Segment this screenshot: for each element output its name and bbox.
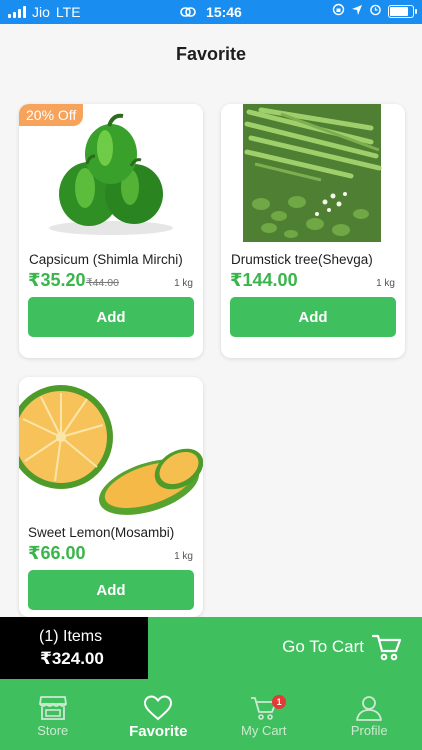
- product-unit: 1 kg: [174, 278, 193, 289]
- product-name: Drumstick tree(Shevga): [231, 252, 373, 267]
- cart-bar[interactable]: (1) Items ₹324.00 Go To Cart: [0, 617, 422, 679]
- lock-rotation-icon: [332, 3, 345, 19]
- nav-label-profile: Profile: [350, 723, 388, 738]
- product-unit: 1 kg: [376, 278, 395, 289]
- alarm-icon: [369, 3, 382, 19]
- product-name: Sweet Lemon(Mosambi): [28, 525, 175, 540]
- product-card[interactable]: 20% Off Capsicum (Shimla Mirchi) ₹35.20 …: [19, 104, 203, 358]
- page-title: Favorite: [175, 44, 247, 64]
- cart-summary: (1) Items ₹324.00: [0, 617, 148, 679]
- nav-label-favorite: Favorite: [129, 723, 188, 740]
- discount-badge: 20% Off: [19, 104, 84, 126]
- cart-count-badge: 1: [272, 695, 287, 709]
- nav-item-store[interactable]: Store: [0, 679, 106, 750]
- original-price: ₹44.00: [86, 277, 119, 289]
- product-name: Capsicum (Shimla Mirchi): [29, 252, 183, 267]
- cart-items-count: (1) Items: [39, 628, 103, 645]
- product-card[interactable]: Drumstick tree(Shevga) ₹144.00 1 kg Add: [221, 104, 405, 358]
- status-right: [332, 3, 417, 19]
- heart-icon: [144, 695, 173, 721]
- add-button[interactable]: Add: [28, 297, 194, 337]
- sweet-lemon-image: [19, 377, 203, 517]
- product-price: ₹144.00: [230, 270, 298, 290]
- product-card[interactable]: Sweet Lemon(Mosambi) ₹66.00 1 kg Add: [19, 377, 203, 617]
- nav-label-store: Store: [37, 723, 69, 738]
- store-icon: [38, 696, 67, 720]
- add-button[interactable]: Add: [28, 570, 194, 610]
- battery-icon: [388, 4, 417, 18]
- drumstick-beans-image: [221, 104, 405, 244]
- location-arrow-icon: [351, 3, 363, 19]
- person-icon: [356, 696, 383, 721]
- link-icon: [180, 4, 196, 20]
- add-button[interactable]: Add: [230, 297, 396, 337]
- go-to-cart-button[interactable]: Go To Cart: [282, 633, 402, 661]
- product-unit: 1 kg: [174, 551, 193, 562]
- product-price: ₹66.00: [28, 543, 86, 563]
- nav-item-favorite[interactable]: Favorite: [106, 679, 212, 750]
- cart-icon: [372, 634, 402, 661]
- nav-item-my-cart[interactable]: 1 My Cart: [211, 679, 317, 750]
- go-to-cart-label: Go To Cart: [282, 637, 364, 656]
- nav-label-my-cart: My Cart: [241, 723, 287, 738]
- status-bar: Jio LTE 15:46: [0, 0, 422, 24]
- product-price: ₹35.20: [28, 270, 86, 290]
- bottom-nav: Store Favorite 1 My Cart Profile: [0, 679, 422, 750]
- nav-item-profile[interactable]: Profile: [317, 679, 422, 750]
- cart-total: ₹324.00: [40, 649, 104, 668]
- clock: 15:46: [206, 4, 242, 20]
